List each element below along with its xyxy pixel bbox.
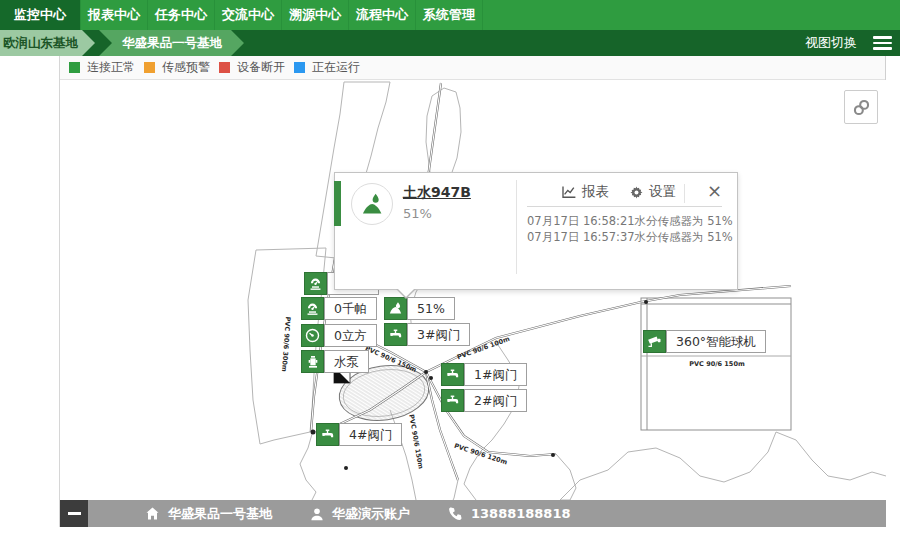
legend-swatch [219,62,230,73]
footer-site: 华盛果品一号基地 [145,505,272,523]
sensor-popup: 土水947B 51% 报表 设置 × 07月17日 16:58:21水分传感器为 … [334,172,738,290]
main-panel: 连接正常 传感预警 设备断开 正在运行 [59,56,886,527]
nav-tab-7[interactable]: 系统管理 [416,0,483,30]
map-marker-4#阀门[interactable]: 4#阀门 [316,423,402,446]
collapse-footer-button[interactable] [60,500,88,527]
monitoring-page: 监控中心报表中心任务中心交流中心溯源中心流程中心系统管理 欧润山东基地 华盛果品… [0,0,900,540]
status-legend: 连接正常 传感预警 设备断开 正在运行 [60,56,885,80]
popup-action-2[interactable]: 设置 [629,183,676,201]
close-icon[interactable]: × [707,180,722,201]
sensor-log-entry: 07月17日 16:58:21水分传感器为 51% [527,213,735,229]
marker-label: 4#阀门 [339,423,402,446]
marker-label: 1#阀门 [464,363,527,386]
camera-icon [643,330,666,353]
collapsed-sidebar [0,56,59,527]
map-marker-360°智能球机[interactable]: 360°智能球机 [643,330,766,353]
legend-swatch [294,62,305,73]
map-marker-0立方[interactable]: 0立方 [301,324,377,347]
sensor-avatar [351,183,393,225]
legend-swatch [69,62,80,73]
sensor-name-link[interactable]: 土水947B [403,184,471,202]
map-marker-3#阀门[interactable]: 3#阀门 [384,323,470,346]
soil-moisture-icon [384,297,407,320]
chain-link-icon [851,97,872,118]
popup-accent-stripe [334,181,341,226]
marker-label: 2#阀门 [464,389,527,412]
marker-label: 水泵 [324,350,369,373]
legend-item-4: 正在运行 [294,59,360,76]
breadcrumb: 欧润山东基地 华盛果品一号基地 视图切换 [0,30,900,56]
nav-tab-3[interactable]: 任务中心 [148,0,215,30]
footer-phone: 13888188818 [448,506,571,521]
marker-label: 3#阀门 [407,323,470,346]
pipe-label: PVC 90/6 300m [280,316,292,372]
popup-action-1[interactable]: 报表 [561,183,609,201]
legend-swatch [144,62,155,73]
valve-icon [384,323,407,346]
map-line-art: PVC 90/6 300mPVC 90/6 150mPVC 90/6 100mP… [60,80,886,527]
view-switch-button[interactable]: 视图切换 [805,34,857,52]
legend-item-3: 设备断开 [219,59,285,76]
legend-label: 连接正常 [87,59,135,76]
legend-label: 设备断开 [237,59,285,76]
pipe-label: PVC 90/6 150m [407,414,425,470]
pressure-sensor-icon [304,272,327,295]
home-icon [145,506,160,521]
top-nav: 监控中心报表中心任务中心交流中心溯源中心流程中心系统管理 [0,0,900,30]
legend-label: 正在运行 [312,59,360,76]
valve-icon [441,389,464,412]
nav-tab-1[interactable]: 监控中心 [0,0,81,30]
valve-icon [441,363,464,386]
marker-label: 0千帕 [324,297,377,320]
marker-label: 0立方 [324,324,377,347]
map-marker-2#阀门[interactable]: 2#阀门 [441,389,527,412]
popup-actions: 报表 设置 [561,183,696,201]
user-icon [310,507,324,521]
sensor-value: 51% [403,206,432,221]
valve-icon [316,423,339,446]
menu-icon[interactable] [873,33,892,53]
flow-meter-icon [301,324,324,347]
marker-label: 360°智能球机 [666,330,766,353]
soil-moisture-icon [359,191,386,218]
map-marker-水泵[interactable]: 水泵 [301,350,369,373]
sensor-log-entry: 07月17日 16:57:37水分传感器为 51% [527,229,735,245]
nav-tab-4[interactable]: 交流中心 [215,0,282,30]
breadcrumb-base[interactable]: 欧润山东基地 [0,30,95,56]
water-pump-icon [301,350,324,373]
marker-label: 51% [407,297,455,320]
map-marker-0千帕[interactable]: 0千帕 [301,297,377,320]
link-button[interactable] [844,90,878,124]
map-marker-51%[interactable]: 51% [384,297,455,320]
nav-tab-5[interactable]: 溯源中心 [282,0,349,30]
farm-map[interactable]: PVC 90/6 300mPVC 90/6 150mPVC 90/6 100mP… [60,80,886,527]
legend-item-1: 连接正常 [69,59,135,76]
nav-tab-6[interactable]: 流程中心 [349,0,416,30]
map-marker-1#阀门[interactable]: 1#阀门 [441,363,527,386]
pipe-label: PVC 90/6 150m [689,360,745,368]
legend-item-2: 传感预警 [144,59,210,76]
footer-account: 华盛演示账户 [310,505,410,523]
nav-tab-2[interactable]: 报表中心 [81,0,148,30]
phone-icon [448,506,463,521]
pressure-sensor-icon [301,297,324,320]
breadcrumb-site[interactable]: 华盛果品一号基地 [99,30,244,56]
legend-label: 传感预警 [162,59,210,76]
footer-bar: 华盛果品一号基地 华盛演示账户 13888188818 [60,500,886,527]
sensor-log-list: 07月17日 16:58:21水分传感器为 51%07月17日 16:57:37… [527,213,735,245]
